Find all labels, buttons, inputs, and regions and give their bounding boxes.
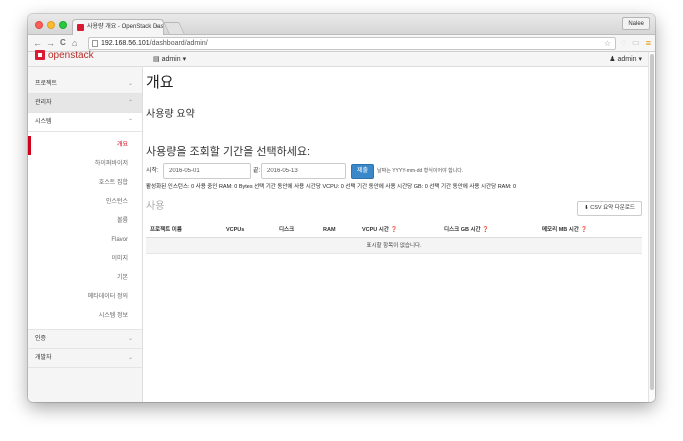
top-navbar: openstack ▤ admin ▾ ♟ admin ▾ <box>28 50 648 67</box>
submit-button[interactable]: 제출 <box>351 164 374 179</box>
column-header[interactable]: RAM <box>323 223 336 238</box>
sidebar-item-host-aggregates[interactable]: 호스트 집합 <box>28 174 142 193</box>
forward-arrow-icon[interactable]: → <box>46 37 55 49</box>
url-path: /dashboard/admin/ <box>149 40 208 47</box>
usage-summary-heading: 사용량 요약 <box>146 109 195 120</box>
end-date-input[interactable] <box>261 163 346 179</box>
close-window-button[interactable] <box>35 21 43 29</box>
minimize-window-button[interactable] <box>47 21 55 29</box>
browser-menu-icon[interactable]: ≡ <box>646 38 651 48</box>
openstack-logo-icon <box>35 50 45 61</box>
profile-button[interactable]: Nalee <box>622 17 650 30</box>
chevron-down-icon: ⌄ <box>127 81 133 87</box>
column-header[interactable]: VCPUs <box>226 223 244 238</box>
bookmark-star-icon[interactable]: ☆ <box>604 38 611 49</box>
column-header[interactable]: VCPU 시간 ❓ <box>362 223 397 238</box>
sidebar-item-volumes[interactable]: 볼륨 <box>28 212 142 231</box>
logo-text: openstack <box>48 50 94 61</box>
usage-table: 프로젝트 이름 VCPUs 디스크 RAM VCPU 시간 ❓ 디스크 GB 시… <box>146 223 642 254</box>
browser-tab[interactable]: 사용량 개요 - OpenStack Das × <box>72 19 164 35</box>
url-field[interactable]: 192.168.56.101/dashboard/admin/ ☆ <box>88 37 616 50</box>
zoom-window-button[interactable] <box>59 21 67 29</box>
download-icon: ⬇ <box>584 205 589 211</box>
start-date-label: 시작: <box>146 168 159 174</box>
empty-table-row: 표시할 항목이 없습니다. <box>146 238 642 254</box>
caret-icon: ▾ <box>638 56 642 63</box>
chevron-up-icon: ⌃ <box>127 100 133 106</box>
back-arrow-icon[interactable]: ← <box>33 37 42 49</box>
title-bar: 사용량 개요 - OpenStack Das × Nalee <box>28 14 655 35</box>
openstack-page: openstack ▤ admin ▾ ♟ admin ▾ 프로젝트 ⌄ 관리자 ⌃… <box>28 50 655 402</box>
page-scrollbar[interactable] <box>648 52 655 402</box>
extension-icon[interactable]: ▭ <box>632 38 640 48</box>
extension-icon[interactable]: ◌ <box>621 38 626 48</box>
csv-button-label: CSV 요약 다운로드 <box>590 205 635 211</box>
sidebar: 프로젝트 ⌄ 관리자 ⌃ 시스템 ⌃ 개요 하이퍼바이저 호스트 집합 인스턴스 볼륨… <box>28 67 143 402</box>
start-date-input[interactable] <box>163 163 251 179</box>
tab-close-icon[interactable]: × <box>155 20 159 35</box>
project-label: admin <box>161 56 181 63</box>
url-host: 192.168.56.101 <box>101 40 150 47</box>
sidebar-section-label: 프로젝트 <box>35 81 58 87</box>
openstack-favicon-icon <box>77 24 84 31</box>
reload-icon[interactable]: C <box>60 37 66 49</box>
caret-icon: ▾ <box>182 56 187 63</box>
sidebar-item-hypervisors[interactable]: 하이퍼바이저 <box>28 155 142 174</box>
table-header: 프로젝트 이름 VCPUs 디스크 RAM VCPU 시간 ❓ 디스크 GB 시… <box>146 223 642 238</box>
sidebar-section-label: 관리자 <box>35 100 52 106</box>
address-toolbar: ← → C ⌂ 192.168.56.101/dashboard/admin/ … <box>28 35 655 52</box>
sidebar-item-instances[interactable]: 인스턴스 <box>28 193 142 212</box>
sidebar-item-overview[interactable]: 개요 <box>28 136 142 155</box>
page-icon <box>92 40 98 47</box>
openstack-logo[interactable]: openstack <box>35 50 94 64</box>
browser-window: 사용량 개요 - OpenStack Das × Nalee ← → C ⌂ 1… <box>28 14 655 402</box>
column-header[interactable]: 디스크 GB 시간 ❓ <box>444 223 489 238</box>
date-format-hint: 날짜는 YYYY-mm-dd 형식이어야 합니다. <box>377 168 464 174</box>
usage-stats: 활성화된 인스턴스: 0 사용 중인 RAM: 0 Bytes 선택 기간 동안… <box>146 184 517 190</box>
sidebar-section-project[interactable]: 프로젝트 ⌄ <box>28 75 142 94</box>
chevron-down-icon: ⌄ <box>127 355 133 361</box>
sidebar-item-flavors[interactable]: Flavor <box>28 231 142 250</box>
date-range-form: 시작: 끝: 제출 날짜는 YYYY-mm-dd 형식이어야 합니다. <box>146 163 642 179</box>
sidebar-section-identity[interactable]: 인증 ⌄ <box>28 330 142 349</box>
sidebar-section-label: 개발자 <box>35 355 52 361</box>
download-csv-button[interactable]: ⬇ CSV 요약 다운로드 <box>577 201 642 216</box>
sidebar-section-label: 인증 <box>35 336 47 342</box>
end-date-label: 끝: <box>253 168 261 174</box>
scrollbar-thumb[interactable] <box>650 54 654 390</box>
sidebar-item-metadata-definitions[interactable]: 메타데이터 정의 <box>28 288 142 307</box>
sidebar-section-system[interactable]: 시스템 ⌃ <box>28 113 142 132</box>
sidebar-section-label: 시스템 <box>35 119 52 125</box>
user-label: admin <box>617 56 637 63</box>
sidebar-item-system-information[interactable]: 시스템 정보 <box>28 307 142 326</box>
column-header[interactable]: 디스크 <box>279 223 294 238</box>
user-dropdown[interactable]: ♟ admin ▾ <box>609 55 642 64</box>
sidebar-section-admin[interactable]: 관리자 ⌃ <box>28 94 142 113</box>
period-heading: 사용량을 조회할 기간을 선택하세요: <box>146 146 311 158</box>
usage-section-title: 사용 <box>146 201 165 212</box>
sidebar-item-defaults[interactable]: 기본 <box>28 269 142 288</box>
column-header[interactable]: 메모리 MB 시간 ❓ <box>542 223 587 238</box>
sidebar-section-developer[interactable]: 개발자 ⌄ <box>28 349 142 368</box>
column-header[interactable]: 프로젝트 이름 <box>150 223 182 238</box>
chevron-down-icon: ⌄ <box>127 336 133 342</box>
home-icon[interactable]: ⌂ <box>72 37 77 49</box>
main-content: 개요 사용량 요약 사용량을 조회할 기간을 선택하세요: 시작: 끝: 제출 … <box>146 67 642 402</box>
project-dropdown[interactable]: ▤ admin ▾ <box>153 55 186 64</box>
tab-title: 사용량 개요 - OpenStack Das <box>87 24 164 30</box>
chevron-up-icon: ⌃ <box>127 119 133 125</box>
new-tab-button[interactable] <box>163 22 185 34</box>
page-title: 개요 <box>146 74 174 91</box>
sidebar-item-images[interactable]: 이미지 <box>28 250 142 269</box>
